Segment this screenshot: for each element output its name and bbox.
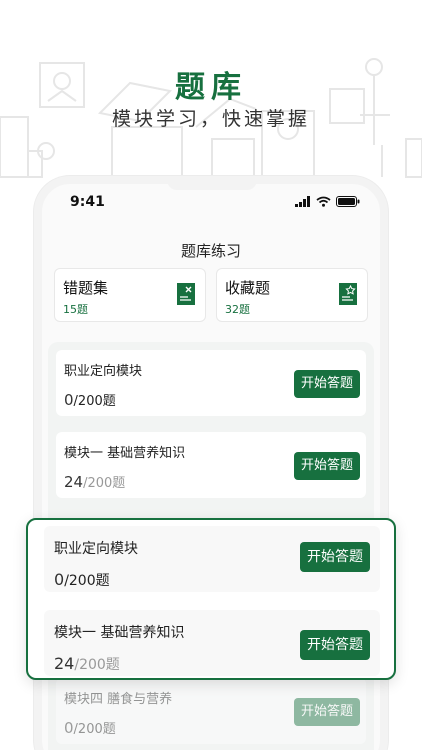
wrong-questions-label: 错题集 [63,279,109,297]
favorites-icon [339,283,357,305]
phone-notch [167,176,257,190]
module-card[interactable]: 模块四 膳食与营养 0/200题 开始答题 [56,678,366,744]
module-progress-done: 0 [64,719,74,737]
start-quiz-button[interactable]: 开始答题 [300,630,370,660]
module-progress-total: /200题 [73,722,116,737]
module-progress-done: 24 [64,473,84,491]
module-card[interactable]: 模块一 基础营养知识 24/200题 开始答题 [56,432,366,498]
status-icons [295,196,360,207]
module-progress-total: /200题 [74,657,120,673]
module-progress-done: 24 [54,654,75,673]
module-progress: 24/200题 [64,472,125,491]
highlight-callout: 职业定向模块 0/200题 开始答题 模块一 基础营养知识 24/200题 开始… [26,518,396,680]
favorites-label: 收藏题 [225,279,271,297]
start-quiz-button[interactable]: 开始答题 [300,542,370,572]
start-quiz-button[interactable]: 开始答题 [294,370,360,398]
module-progress-done: 0 [54,570,65,589]
hero-title: 题库 [175,70,247,105]
screen-title: 题库练习 [180,242,241,260]
module-card[interactable]: 职业定向模块 0/200题 开始答题 [44,526,380,592]
module-progress: 0/200题 [54,570,110,590]
start-quiz-button[interactable]: 开始答题 [294,452,360,480]
favorites-count: 32题 [225,303,250,316]
module-name: 职业定向模块 [64,364,143,379]
wrong-questions-count: 15题 [63,303,88,316]
hero-subtitle: 模块学习，快速掌握 [111,108,310,130]
module-progress-total: /200题 [64,573,110,589]
module-progress-done: 0 [64,391,74,409]
module-name: 模块四 膳食与营养 [64,692,173,707]
module-card[interactable]: 模块一 基础营养知识 24/200题 开始答题 [44,610,380,676]
signal-icon [295,196,310,207]
favorites-card[interactable]: 收藏题 32题 [216,268,368,322]
module-name: 职业定向模块 [54,541,138,557]
module-progress-total: /200题 [83,476,126,491]
battery-icon [336,196,360,207]
module-card[interactable]: 职业定向模块 0/200题 开始答题 [56,350,366,416]
wrong-questions-icon [177,283,195,305]
module-name: 模块一 基础营养知识 [54,625,185,641]
module-progress: 24/200题 [54,654,120,674]
module-progress: 0/200题 [64,390,116,409]
start-quiz-button[interactable]: 开始答题 [294,698,360,726]
module-name: 模块一 基础营养知识 [64,446,186,461]
wrong-questions-card[interactable]: 错题集 15题 [54,268,206,322]
module-progress: 0/200题 [64,718,116,737]
module-progress-total: /200题 [73,394,116,409]
status-time: 9:41 [70,194,105,210]
wifi-icon [316,196,331,207]
